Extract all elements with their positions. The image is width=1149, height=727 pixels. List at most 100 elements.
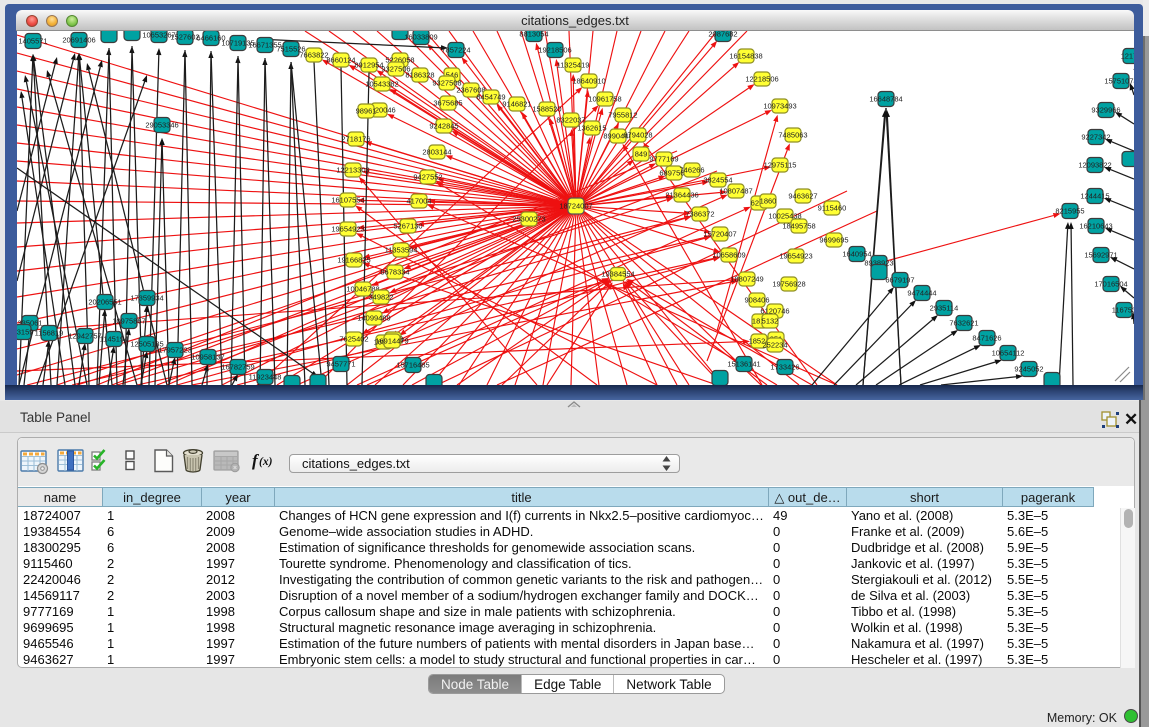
svg-text:17016504: 17016504 [1094,280,1127,289]
svg-text:10807487: 10807487 [719,187,752,196]
svg-text:16648784: 16648784 [869,95,902,104]
svg-text:10543382: 10543382 [365,80,398,89]
svg-text:9463627: 9463627 [788,192,817,201]
svg-text:7485063: 7485063 [778,131,807,140]
svg-text:349822: 349822 [368,293,393,302]
svg-text:1527602: 1527602 [170,33,199,42]
svg-text:(x): (x) [259,456,273,468]
svg-text:1405571: 1405571 [18,37,47,46]
svg-text:18807249: 18807249 [730,275,763,284]
svg-text:7663822: 7663822 [299,51,328,60]
svg-text:20691406: 20691406 [62,36,95,45]
svg-text:16782759: 16782759 [221,363,254,372]
svg-text:3824554: 3824554 [703,176,732,185]
svg-text:21364436: 21364436 [665,191,698,200]
svg-text:7955812: 7955812 [608,111,637,120]
svg-text:25300273: 25300273 [512,215,545,224]
svg-text:9457771: 9457771 [326,360,355,369]
svg-text:908406: 908406 [744,296,769,305]
svg-text:2718176: 2718176 [341,135,370,144]
svg-text:5132: 5132 [762,317,779,326]
svg-text:9427552: 9427552 [413,173,442,182]
svg-text:12213303: 12213303 [336,166,369,175]
svg-text:6794028: 6794028 [623,131,652,140]
svg-text:9115460: 9115460 [818,204,847,213]
svg-text:9227342: 9227342 [1081,133,1110,142]
svg-text:8678334: 8678334 [380,268,409,277]
svg-text:7857224: 7857224 [441,46,470,55]
svg-text:7632621: 7632621 [949,319,978,328]
svg-text:7625402: 7625402 [339,335,368,344]
svg-text:11923448: 11923448 [249,373,282,382]
svg-text:12172: 12172 [1121,52,1134,61]
svg-text:16107554: 16107554 [331,196,364,205]
svg-text:19384554: 19384554 [601,270,634,279]
svg-text:10973493: 10973493 [763,102,796,111]
svg-text:1362615: 1362615 [577,124,606,133]
svg-text:8186328: 8186328 [405,71,434,80]
svg-text:417004: 417004 [406,197,431,206]
svg-text:9329966: 9329966 [1091,106,1120,115]
svg-text:17957223: 17957223 [158,346,191,355]
svg-text:1145194: 1145194 [100,335,129,344]
svg-text:18640910: 18640910 [572,77,605,86]
svg-text:11325419: 11325419 [557,61,590,70]
svg-text:12975115: 12975115 [764,161,797,170]
svg-text:11353594: 11353594 [385,246,418,255]
svg-text:1640954: 1640954 [842,250,871,259]
svg-text:15716485: 15716485 [396,361,429,370]
svg-text:15692971: 15692971 [1084,251,1117,260]
svg-text:8454749: 8454749 [476,93,505,102]
svg-text:1588520: 1588520 [532,105,561,114]
svg-text:19166825: 19166825 [337,256,370,265]
svg-text:10975867: 10975867 [112,317,145,326]
svg-text:12093822: 12093822 [1078,161,1111,170]
svg-text:9699695: 9699695 [819,236,848,245]
svg-text:252234: 252234 [762,341,787,350]
svg-text:17359934: 17359934 [130,294,163,303]
svg-text:10958137: 10958137 [191,353,224,362]
svg-text:6679197: 6679197 [885,276,914,285]
svg-text:10658609: 10658609 [712,251,745,260]
svg-text:98961: 98961 [356,107,377,116]
svg-text:1733426: 1733426 [770,363,799,372]
svg-text:33159: 33159 [17,328,33,337]
svg-text:18724007: 18724007 [559,202,592,211]
svg-text:2935114: 2935114 [930,304,959,313]
svg-text:20206551: 20206551 [88,298,121,307]
svg-text:16210643: 16210643 [1079,222,1112,231]
svg-text:8813054: 8813054 [519,31,548,39]
svg-text:9242845: 9242845 [429,122,458,131]
svg-text:19654923: 19654923 [779,252,812,261]
svg-text:8471626: 8471626 [972,334,1001,343]
svg-text:5267130: 5267130 [393,222,422,231]
svg-text:1156819: 1156819 [35,329,64,338]
svg-text:16154838: 16154838 [729,52,762,61]
svg-text:1244415: 1244415 [1080,192,1109,201]
svg-text:19654923: 19654923 [331,225,364,234]
svg-text:2087682: 2087682 [708,31,737,39]
svg-text:15751074: 15751074 [1104,77,1134,86]
svg-text:3675685: 3675685 [433,99,462,108]
svg-text:8660124: 8660124 [326,56,355,65]
svg-text:15720407: 15720407 [703,230,736,239]
svg-text:14099489: 14099489 [357,314,390,323]
svg-text:9245052: 9245052 [1014,365,1043,374]
svg-text:2803144: 2803144 [422,148,451,157]
svg-text:8215955: 8215955 [1055,207,1084,216]
svg-text:18495758: 18495758 [782,222,815,231]
svg-text:16914479: 16914479 [375,337,408,346]
svg-text:15136141: 15136141 [727,360,760,369]
svg-text:849: 849 [635,150,648,159]
svg-text:10654112: 10654112 [992,349,1025,358]
svg-text:116753: 116753 [1112,306,1134,315]
svg-text:9146821: 9146821 [502,100,531,109]
svg-text:10961758: 10961758 [588,95,621,104]
svg-text:1860: 1860 [760,197,777,206]
svg-text:16033809: 16033809 [404,33,437,42]
svg-text:746266: 746266 [679,166,704,175]
svg-text:12942757: 12942757 [68,332,101,341]
svg-text:8912954: 8912954 [354,61,383,70]
svg-text:9474444: 9474444 [907,289,936,298]
svg-text:19756928: 19756928 [772,280,805,289]
